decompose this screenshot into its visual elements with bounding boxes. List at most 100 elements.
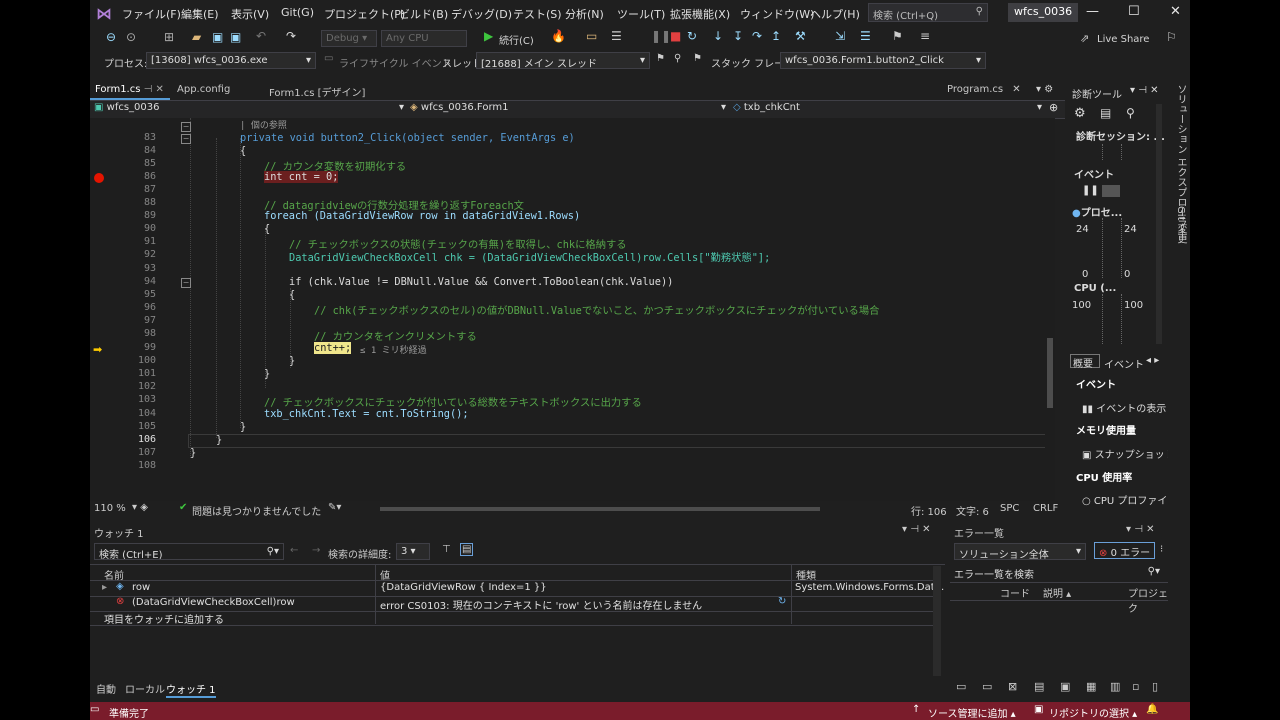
close-window-button[interactable]: ✕ bbox=[1170, 4, 1181, 19]
class-nav-select[interactable]: ◈ wfcs_0036.Form1 bbox=[410, 102, 508, 113]
menu-build[interactable]: ビルド(B) bbox=[399, 6, 448, 22]
tool-icon[interactable]: ▥ bbox=[1110, 680, 1120, 693]
layout-icon[interactable]: ☰ bbox=[611, 29, 622, 43]
column-description[interactable]: 説明 ▴ bbox=[1043, 585, 1071, 600]
tab-watch-1[interactable]: ウォッチ 1 bbox=[166, 681, 216, 698]
tab-autos[interactable]: 自動 bbox=[96, 681, 116, 696]
watch-search-input[interactable]: 検索 (Ctrl+E) ⚲▾ bbox=[94, 543, 284, 560]
show-events-button[interactable]: ▮▮ イベントの表示 ( bbox=[1082, 400, 1173, 415]
tab-summary[interactable]: 概要 bbox=[1070, 354, 1100, 370]
watch-row-value[interactable]: error CS0103: 現在のコンテキストに 'row' という名前は存在し… bbox=[380, 597, 702, 612]
step-out-icon[interactable]: ↷ bbox=[752, 29, 762, 43]
tab-form1-designer[interactable]: Form1.cs [デザイン] bbox=[264, 82, 370, 100]
continue-icon[interactable]: ▶ bbox=[484, 29, 493, 43]
tool-icon[interactable]: ▦ bbox=[1086, 680, 1096, 693]
tool-icon[interactable]: ▣ bbox=[1060, 680, 1070, 693]
code-line-104[interactable]: txb_chkCnt.Text = cnt.ToString(); bbox=[264, 408, 469, 420]
thread-select[interactable]: [21688] メイン スレッド ▾ bbox=[476, 52, 650, 69]
panel-options-icon[interactable]: ▾ ⊣ ✕ bbox=[1126, 524, 1154, 535]
code-line-94[interactable]: if (chk.Value != DBNull.Value && Convert… bbox=[289, 276, 673, 288]
cleanup-icon[interactable]: ✎▾ bbox=[328, 502, 341, 513]
lifecycle-events-button[interactable]: ライフサイクル イベント bbox=[339, 55, 452, 70]
tab-locals[interactable]: ローカル bbox=[125, 681, 165, 696]
notifications-icon[interactable]: 🔔 bbox=[1146, 704, 1158, 715]
tab-overflow-icon[interactable]: ▾ ⚙ bbox=[1036, 84, 1053, 95]
align-icon[interactable]: ☰ bbox=[860, 29, 871, 43]
settings-icon[interactable]: ⚙ bbox=[1074, 106, 1086, 121]
bookmark-icon[interactable]: ⚑ bbox=[892, 29, 903, 43]
stop-debugging-icon[interactable]: ■ bbox=[670, 29, 681, 43]
collapse-icon[interactable]: − bbox=[181, 122, 191, 132]
tab-git-changes[interactable]: Git 変更 bbox=[1173, 206, 1188, 244]
output-icon[interactable]: ▭ bbox=[90, 704, 99, 715]
flag-thread-icon[interactable]: ⚑ bbox=[656, 53, 665, 64]
code-line-107[interactable]: } bbox=[190, 447, 196, 459]
horizontal-scrollbar[interactable] bbox=[380, 507, 820, 511]
clipboard-icon[interactable]: ▯ bbox=[1152, 680, 1158, 693]
show-output-icon[interactable]: ▭ bbox=[586, 29, 597, 43]
feedback-icon[interactable]: ⚐ bbox=[1166, 30, 1177, 44]
current-statement-arrow-icon[interactable]: ➡ bbox=[93, 343, 102, 356]
menu-debug[interactable]: デバッグ(D) bbox=[451, 6, 512, 22]
undo-icon[interactable]: ↶ bbox=[256, 29, 266, 43]
add-watch-item[interactable]: 項目をウォッチに追加する bbox=[104, 611, 224, 626]
stack-frame-select[interactable]: wfcs_0036.Form1.button2_Click ▾ bbox=[780, 52, 986, 69]
live-share-button[interactable]: Live Share bbox=[1097, 34, 1149, 45]
menu-project[interactable]: プロジェクト(P) bbox=[324, 6, 405, 22]
code-line-95[interactable]: { bbox=[289, 289, 295, 301]
platform-select[interactable]: Any CPU bbox=[381, 30, 467, 47]
zoom-level[interactable]: 110 % bbox=[94, 503, 126, 514]
editor-vertical-scrollbar[interactable] bbox=[1045, 118, 1055, 501]
menu-view[interactable]: 表示(V) bbox=[231, 6, 269, 22]
select-repository[interactable]: リポジトリの選択 ▴ bbox=[1049, 705, 1137, 720]
breakpoints-icon[interactable]: ⚒ bbox=[795, 29, 806, 43]
select-tools-icon[interactable]: ▤ bbox=[1100, 106, 1111, 120]
process-select[interactable]: [13608] wfcs_0036.exe ▾ bbox=[146, 52, 316, 69]
tab-scroll-icon[interactable]: ◂ ▸ bbox=[1146, 355, 1159, 366]
process-memory-section[interactable]: ●プロセ... bbox=[1072, 204, 1122, 219]
events-section[interactable]: イベント bbox=[1074, 166, 1114, 181]
filter-thread-icon[interactable]: ⚲ bbox=[674, 53, 681, 64]
watch-scrollbar[interactable] bbox=[933, 566, 941, 676]
error-scope-select[interactable]: ソリューション全体 ▾ bbox=[954, 543, 1086, 560]
break-all-icon[interactable]: ❚❚ bbox=[651, 29, 671, 43]
code-line-99[interactable]: cnt++; bbox=[314, 342, 352, 354]
cpu-profile-button[interactable]: ○ CPU プロファイル bbox=[1082, 492, 1177, 507]
code-line-84[interactable]: { bbox=[240, 145, 246, 157]
code-line-98[interactable]: // カウンタをインクリメントする bbox=[314, 328, 477, 343]
line-ending[interactable]: CRLF bbox=[1033, 503, 1058, 514]
code-line-105[interactable]: } bbox=[240, 421, 246, 433]
watch-row[interactable]: ▸ ◈ row {DataGridViewRow { Index=1 }} Sy… bbox=[90, 581, 944, 596]
error-search-input[interactable]: エラー一覧を検索 ⚲▾ bbox=[950, 564, 1164, 581]
breakpoint-icon[interactable] bbox=[94, 173, 104, 183]
scrollbar-thumb[interactable] bbox=[1047, 338, 1053, 408]
tab-program-cs[interactable]: Program.cs ✕ bbox=[942, 82, 1026, 100]
hot-reload-icon[interactable]: 🔥 bbox=[551, 29, 566, 43]
watch-row-value[interactable]: {DataGridViewRow { Index=1 }} bbox=[380, 582, 547, 593]
split-editor-icon[interactable]: ⊕ bbox=[1049, 101, 1058, 114]
comment-icon[interactable]: ≡ bbox=[920, 29, 930, 43]
watch-row-name[interactable]: row bbox=[132, 582, 150, 593]
tab-events[interactable]: イベント bbox=[1104, 356, 1144, 371]
code-line-106[interactable]: } bbox=[216, 434, 222, 446]
view-icon[interactable]: ▤ bbox=[460, 543, 474, 556]
redo-icon[interactable]: ↷ bbox=[286, 29, 296, 43]
code-line-83[interactable]: private void button2_Click(object sender… bbox=[240, 132, 575, 144]
pin-icon[interactable]: ⊤ bbox=[442, 544, 451, 555]
panel-options-icon[interactable]: ▾ ⊣ ✕ bbox=[1130, 85, 1158, 96]
code-line-89[interactable]: foreach (DataGridViewRow row in dataGrid… bbox=[264, 210, 580, 222]
menu-analyze[interactable]: 分析(N) bbox=[565, 6, 604, 22]
code-editor[interactable]: | 個の参照 83 84 85 86 87 88 89 90 91 92 93 94 95 96 97 98 9… bbox=[90, 118, 1055, 501]
menu-git[interactable]: Git(G) bbox=[281, 6, 314, 19]
new-project-icon[interactable]: ⊞ bbox=[164, 30, 174, 44]
tool-icon[interactable]: ⊠ bbox=[1008, 680, 1017, 693]
code-line-96[interactable]: // chk(チェックボックスのセル)の値がDBNull.Valueでないこと、… bbox=[314, 302, 879, 317]
navigate-back-icon[interactable]: ⊖ bbox=[106, 30, 116, 44]
member-nav-select[interactable]: ◇ txb_chkCnt bbox=[733, 102, 800, 113]
navigate-forward-icon[interactable]: ⊙ bbox=[126, 30, 136, 44]
chevron-down-icon[interactable]: ▾ ◈ bbox=[132, 502, 148, 513]
minimize-button[interactable]: — bbox=[1086, 4, 1099, 19]
tab-form1-cs[interactable]: Form1.cs ⊣ ✕ bbox=[90, 82, 170, 100]
lock-icon[interactable]: ▫ bbox=[1132, 680, 1139, 693]
refresh-icon[interactable]: ↻ bbox=[778, 596, 786, 607]
